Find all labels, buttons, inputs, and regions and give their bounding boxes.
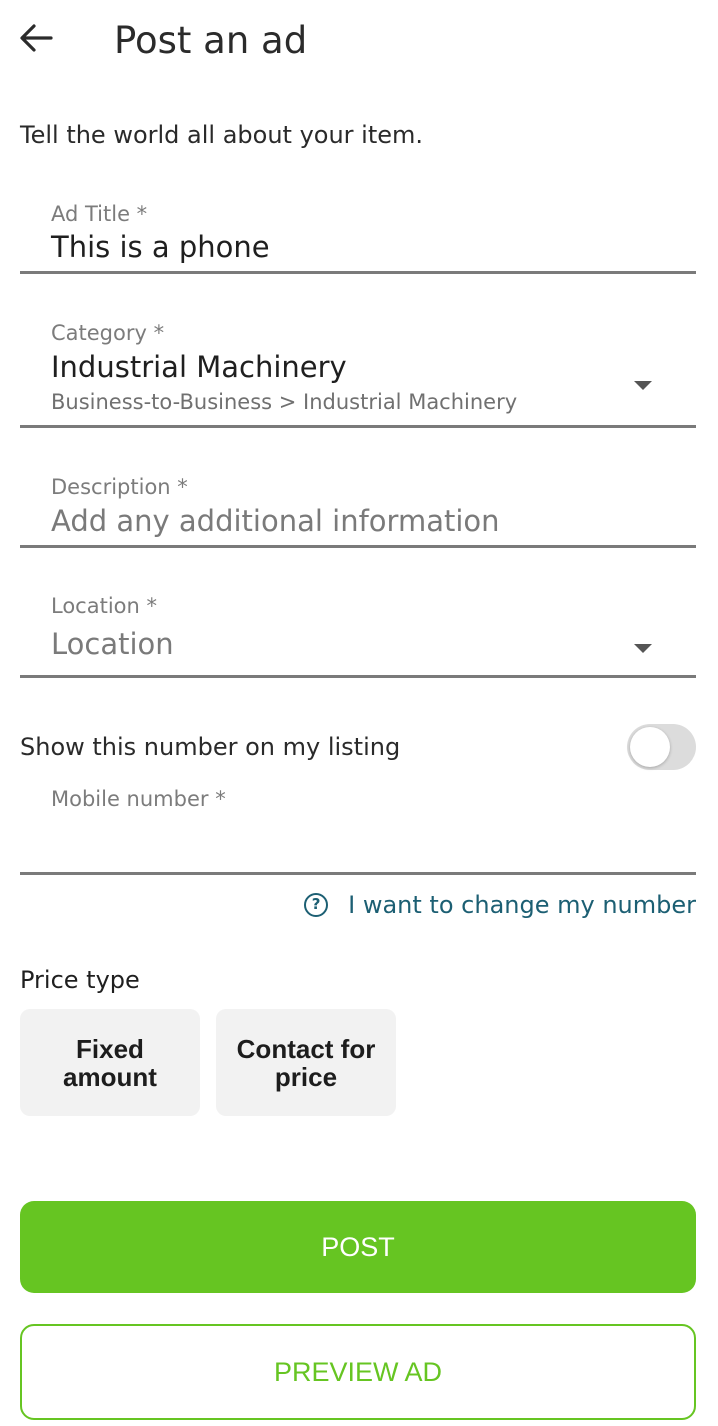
location-select[interactable]: Location * Location: [20, 589, 696, 678]
price-option-fixed-amount[interactable]: Fixed amount: [20, 1009, 200, 1116]
change-number-link[interactable]: ? I want to change my number: [304, 888, 696, 922]
show-number-toggle[interactable]: [627, 724, 696, 770]
preview-ad-button[interactable]: PREVIEW AD: [20, 1324, 696, 1420]
description-placeholder: Add any additional information: [51, 504, 500, 538]
price-option-contact-for-price[interactable]: Contact for price: [216, 1009, 396, 1116]
description-field[interactable]: Description * Add any additional informa…: [20, 470, 696, 548]
location-label: Location *: [51, 594, 157, 618]
mobile-number-label: Mobile number *: [51, 787, 226, 811]
category-path: Business-to-Business > Industrial Machin…: [51, 390, 518, 414]
arrow-left-icon: [19, 23, 53, 57]
location-placeholder: Location: [51, 627, 174, 661]
post-button[interactable]: POST: [20, 1201, 696, 1293]
caret-down-icon: [634, 644, 652, 653]
page-title: Post an ad: [114, 19, 308, 62]
description-label: Description *: [51, 475, 188, 499]
ad-title-label: Ad Title *: [51, 202, 148, 226]
show-number-label: Show this number on my listing: [20, 733, 401, 761]
price-type-label: Price type: [20, 966, 140, 994]
category-select[interactable]: Category * Industrial Machinery Business…: [20, 316, 696, 428]
category-value: Industrial Machinery: [51, 350, 347, 384]
post-ad-page: Post an ad Tell the world all about your…: [0, 0, 718, 1426]
back-button[interactable]: [14, 18, 58, 62]
ad-title-field[interactable]: Ad Title * This is a phone: [20, 196, 696, 274]
change-number-text: I want to change my number: [348, 891, 696, 919]
mobile-number-field[interactable]: Mobile number *: [20, 782, 696, 875]
toggle-thumb: [630, 727, 670, 767]
intro-text: Tell the world all about your item.: [20, 121, 424, 149]
category-label: Category *: [51, 321, 165, 345]
caret-down-icon: [634, 381, 652, 390]
app-bar: Post an ad: [0, 0, 718, 84]
help-circle-icon: ?: [304, 893, 329, 917]
ad-title-value: This is a phone: [51, 230, 270, 264]
